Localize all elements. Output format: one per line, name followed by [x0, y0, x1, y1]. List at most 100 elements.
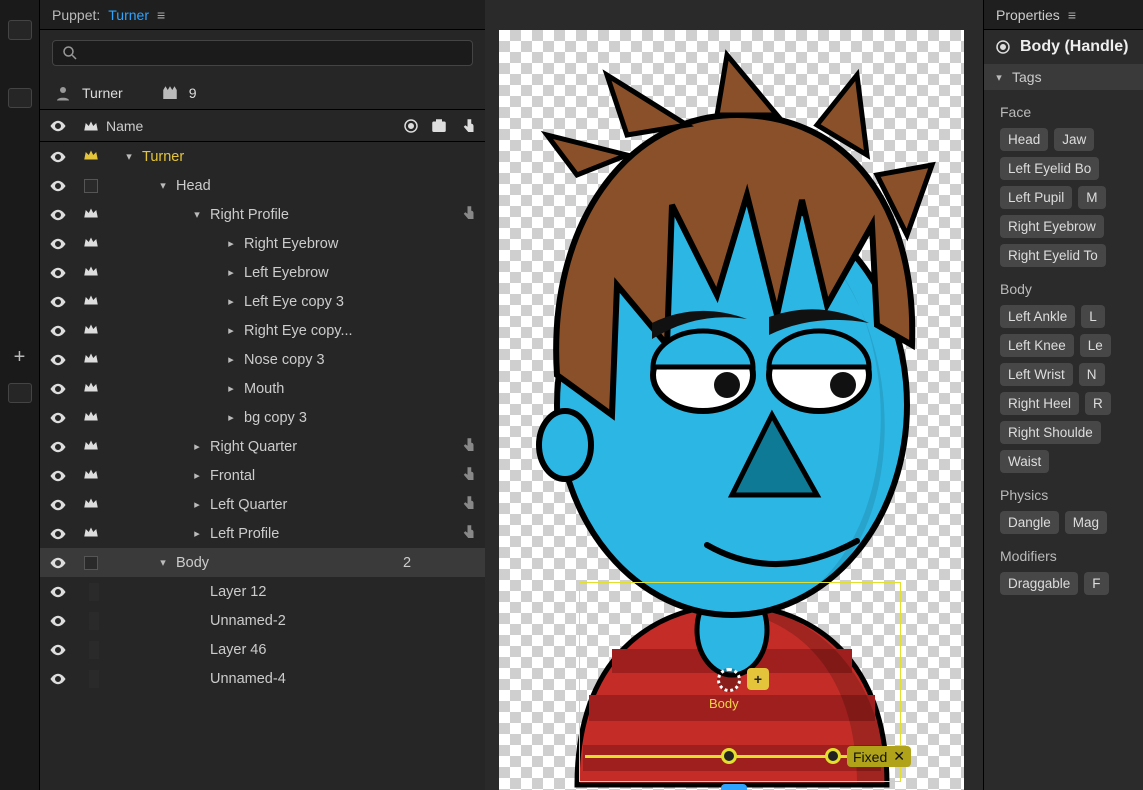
tree-row[interactable]: ▾Body2 [40, 548, 485, 577]
tag-chip[interactable]: Right Shoulde [1000, 421, 1101, 444]
chevron-icon[interactable]: ▸ [224, 237, 238, 250]
pin-handle[interactable] [825, 748, 841, 764]
puppet-name-link[interactable]: Turner [108, 7, 149, 23]
tree-row[interactable]: ▸Left Quarter [40, 490, 485, 519]
tool-slot[interactable] [8, 88, 32, 108]
visibility-toggle[interactable] [40, 206, 76, 224]
tag-chip[interactable]: Left Wrist [1000, 363, 1073, 386]
tag-chip[interactable]: Left Eyelid Bo [1000, 157, 1099, 180]
row-label: Layer 46 [210, 642, 266, 658]
tag-chip[interactable]: Left Pupil [1000, 186, 1072, 209]
tree-row[interactable]: Unnamed-2 [40, 606, 485, 635]
tree-row[interactable]: ▸Mouth [40, 374, 485, 403]
visibility-toggle[interactable] [40, 612, 76, 630]
crown-icon [82, 378, 100, 400]
tree-row[interactable]: ▾Right Profile [40, 200, 485, 229]
row-label: Left Eyebrow [244, 265, 329, 281]
visibility-toggle[interactable] [40, 177, 76, 195]
close-icon[interactable]: ✕ [893, 748, 905, 765]
tag-chip[interactable]: Le [1080, 334, 1111, 357]
tree-row[interactable]: ▸bg copy 3 [40, 403, 485, 432]
chevron-icon[interactable]: ▾ [122, 150, 136, 163]
stage[interactable]: + Body Fixed ✕ + [499, 30, 964, 790]
tag-chip[interactable]: Right Eyebrow [1000, 215, 1104, 238]
visibility-toggle[interactable] [40, 409, 76, 427]
tag-chip[interactable]: Jaw [1054, 128, 1094, 151]
chevron-icon[interactable]: ▸ [224, 266, 238, 279]
origin-handle[interactable] [717, 668, 741, 692]
tag-chip[interactable]: Right Heel [1000, 392, 1079, 415]
chevron-icon[interactable]: ▾ [156, 179, 170, 192]
tool-slot[interactable] [8, 20, 32, 40]
chevron-icon[interactable]: ▸ [224, 411, 238, 424]
tree-row[interactable]: ▸Right Quarter [40, 432, 485, 461]
visibility-toggle[interactable] [40, 235, 76, 253]
chevron-icon[interactable]: ▸ [190, 440, 204, 453]
add-tag-button[interactable]: + [747, 668, 769, 690]
tag-chip[interactable]: Mag [1065, 511, 1107, 534]
tree-row[interactable]: Layer 12 [40, 577, 485, 606]
search-input[interactable] [52, 40, 473, 66]
tree-row[interactable]: Unnamed-4 [40, 664, 485, 693]
tag-chip[interactable]: Left Knee [1000, 334, 1074, 357]
tag-chip[interactable]: F [1084, 572, 1108, 595]
visibility-toggle[interactable] [40, 525, 76, 543]
chevron-icon[interactable]: ▸ [190, 498, 204, 511]
chevron-icon[interactable]: ▾ [156, 556, 170, 569]
pin-handle[interactable] [721, 748, 737, 764]
tree-row[interactable]: ▸Left Eye copy 3 [40, 287, 485, 316]
chevron-icon[interactable]: ▸ [190, 527, 204, 540]
chevron-icon[interactable]: ▸ [224, 382, 238, 395]
visibility-toggle[interactable] [40, 496, 76, 514]
tree-row[interactable]: ▾Head [40, 171, 485, 200]
tree-row[interactable]: ▾Turner [40, 142, 485, 171]
tag-chip[interactable]: Right Eyelid To [1000, 244, 1106, 267]
settings-header [425, 117, 453, 135]
tag-chip[interactable]: Dangle [1000, 511, 1059, 534]
hierarchy-tree[interactable]: ▾Turner▾Head▾Right Profile▸Right Eyebrow… [40, 142, 485, 790]
fixed-chip[interactable]: Fixed ✕ [847, 746, 911, 767]
visibility-toggle[interactable] [40, 467, 76, 485]
visibility-toggle[interactable] [40, 148, 76, 166]
tree-row[interactable]: ▸Right Eye copy... [40, 316, 485, 345]
tag-chip[interactable]: R [1085, 392, 1111, 415]
chevron-icon[interactable]: ▸ [224, 324, 238, 337]
tool-slot[interactable] [8, 383, 32, 403]
tree-row[interactable]: ▸ Nose copy 3 [40, 345, 485, 374]
visibility-toggle[interactable] [40, 380, 76, 398]
visibility-toggle[interactable] [40, 351, 76, 369]
visibility-toggle[interactable] [40, 293, 76, 311]
visibility-toggle[interactable] [40, 641, 76, 659]
tags-section-header[interactable]: ▾ Tags [984, 64, 1143, 90]
tree-row[interactable]: ▸Right Eyebrow [40, 229, 485, 258]
tag-chip[interactable]: Left Ankle [1000, 305, 1075, 328]
visibility-toggle[interactable] [40, 322, 76, 340]
name-header[interactable]: Name [106, 118, 397, 134]
visibility-toggle[interactable] [40, 554, 76, 572]
chevron-icon[interactable]: ▸ [224, 295, 238, 308]
add-handle-button[interactable]: + [721, 784, 747, 790]
tree-row[interactable]: Layer 46 [40, 635, 485, 664]
tag-chip[interactable]: Waist [1000, 450, 1049, 473]
chevron-icon[interactable]: ▸ [224, 353, 238, 366]
visibility-toggle[interactable] [40, 670, 76, 688]
tree-row[interactable]: ▸Frontal [40, 461, 485, 490]
touch-icon [460, 494, 478, 516]
tag-chip[interactable]: Head [1000, 128, 1048, 151]
tag-chip[interactable]: L [1081, 305, 1105, 328]
visibility-toggle[interactable] [40, 583, 76, 601]
tag-chip[interactable]: M [1078, 186, 1105, 209]
chevron-icon[interactable]: ▸ [190, 469, 204, 482]
visibility-toggle[interactable] [40, 438, 76, 456]
tag-chip[interactable]: Draggable [1000, 572, 1078, 595]
visibility-toggle[interactable] [40, 264, 76, 282]
canvas[interactable]: + Body Fixed ✕ + [485, 0, 983, 790]
add-tool-icon[interactable]: + [14, 346, 26, 369]
panel-menu-icon[interactable]: ≡ [157, 7, 165, 23]
tree-row[interactable]: ▸Left Profile [40, 519, 485, 548]
tag-chip[interactable]: N [1079, 363, 1105, 386]
tree-row[interactable]: ▸ Left Eyebrow [40, 258, 485, 287]
chevron-icon[interactable]: ▾ [190, 208, 204, 221]
row-label: Nose copy 3 [244, 352, 325, 368]
panel-menu-icon[interactable]: ≡ [1068, 7, 1076, 23]
